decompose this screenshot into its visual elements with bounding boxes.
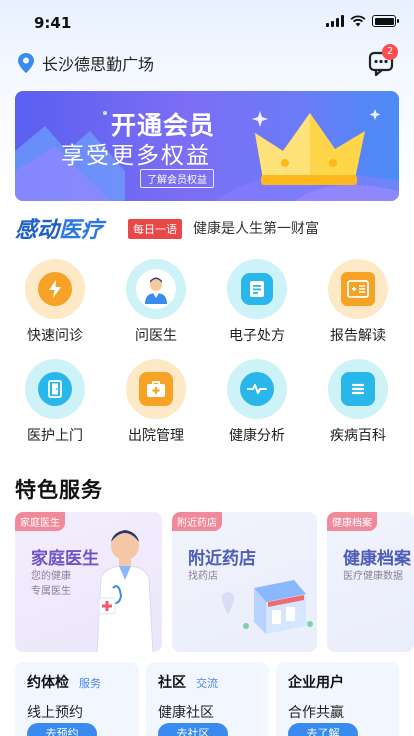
bcard-sub: 健康社区 [158, 705, 214, 721]
encyclopedia-icon [341, 372, 375, 406]
service-report-reading[interactable]: 报告解读 [308, 259, 408, 345]
community-button[interactable]: 去社区 [158, 723, 228, 736]
bcard-title: 社区 交流 [158, 675, 218, 691]
service-e-prescription[interactable]: 电子处方 [207, 259, 307, 345]
prescription-icon [241, 273, 273, 305]
service-label: 快速问诊 [27, 328, 83, 344]
learn-membership-link[interactable]: 了解会员权益 [140, 169, 214, 188]
status-time: 9:41 [34, 14, 72, 32]
daily-quote-tag: 每日一语 [128, 219, 182, 239]
bcard-title: 企业用户 [288, 675, 344, 691]
banner-subtitle: 享受更多权益 [61, 143, 211, 169]
service-home-nursing[interactable]: 医护上门 [5, 359, 105, 445]
service-health-analysis[interactable]: 健康分析 [207, 359, 307, 445]
service-label: 健康分析 [229, 428, 285, 444]
brand-logo-text: 感动医疗 [15, 212, 103, 244]
card-book-checkup[interactable]: 约体检 服务 线上预约 去预约 [15, 662, 139, 736]
learn-more-button[interactable]: 去了解 [288, 723, 358, 736]
service-ask-doctor[interactable]: 问医生 [106, 259, 206, 345]
service-icon-bg [25, 259, 85, 319]
service-icon-bg [126, 359, 186, 419]
card-family-doctor[interactable]: 家庭医生 家庭医生 您的健康 专属医生 [15, 512, 162, 652]
service-label: 疾病百科 [330, 428, 386, 444]
doctor-illustration [96, 530, 154, 652]
bcard-tag: 交流 [196, 677, 218, 690]
service-label: 出院管理 [128, 428, 184, 444]
section-title-featured: 特色服务 [15, 478, 103, 502]
crown-icon [255, 113, 365, 185]
service-icon-bg [126, 259, 186, 319]
message-button[interactable]: 2 [368, 44, 398, 77]
bcard-tag: 服务 [79, 677, 101, 690]
service-quick-consult[interactable]: 快速问诊 [5, 259, 105, 345]
cellular-signal-icon [326, 15, 344, 27]
service-label: 问医生 [135, 328, 177, 344]
daily-quote-text: 健康是人生第一财富 [193, 221, 319, 237]
bcard-sub: 线上预约 [27, 705, 83, 721]
card-tag: 家庭医生 [15, 512, 65, 531]
card-enterprise[interactable]: 企业用户 合作共赢 去了解 [276, 662, 399, 736]
service-icon-bg [328, 359, 388, 419]
service-icon-bg [328, 259, 388, 319]
pulse-icon [240, 372, 274, 406]
lightning-icon [38, 272, 72, 306]
card-title: 健康档案 [343, 549, 411, 569]
membership-banner[interactable]: 开通会员 享受更多权益 了解会员权益 [15, 91, 399, 201]
location-label: 长沙德思勤广场 [42, 55, 155, 74]
medical-kit-icon [139, 372, 173, 406]
pharmacy-illustration [222, 580, 313, 634]
status-icons [326, 15, 399, 27]
service-icon-bg [25, 359, 85, 419]
brand-text-b: 医疗 [59, 218, 104, 243]
book-button[interactable]: 去预约 [27, 723, 97, 736]
service-label: 电子处方 [229, 328, 285, 344]
card-desc: 医疗健康数据 [343, 571, 403, 582]
location-pin-icon [18, 53, 34, 73]
card-community[interactable]: 社区 交流 健康社区 去社区 [146, 662, 269, 736]
bcard-title: 约体检 服务 [27, 675, 101, 691]
report-icon [341, 272, 375, 306]
card-title: 附近药店 [188, 549, 256, 569]
location-selector[interactable]: 长沙德思勤广场 [18, 51, 154, 75]
card-health-records[interactable]: 健康档案 健康档案 医疗健康数据 [327, 512, 414, 652]
battery-icon [372, 15, 399, 27]
doctor-avatar-icon [136, 269, 176, 309]
service-icon-bg [227, 359, 287, 419]
message-count-badge: 2 [382, 44, 398, 60]
card-title: 家庭医生 [31, 549, 99, 569]
bcard-sub: 合作共赢 [288, 705, 344, 721]
card-desc: 您的健康 专属医生 [31, 571, 71, 597]
wifi-icon [350, 15, 366, 27]
service-discharge-management[interactable]: 出院管理 [106, 359, 206, 445]
brand-text-a: 感动 [15, 218, 60, 243]
card-nearby-pharmacy[interactable]: 附近药店 附近药店 找药店 [172, 512, 317, 652]
service-label: 报告解读 [330, 328, 386, 344]
card-tag: 附近药店 [172, 512, 222, 531]
door-icon [38, 372, 72, 406]
status-bar: 9:41 [0, 0, 414, 44]
service-label: 医护上门 [27, 428, 83, 444]
card-tag: 健康档案 [327, 512, 377, 531]
service-disease-encyclopedia[interactable]: 疾病百科 [308, 359, 408, 445]
service-icon-bg [227, 259, 287, 319]
